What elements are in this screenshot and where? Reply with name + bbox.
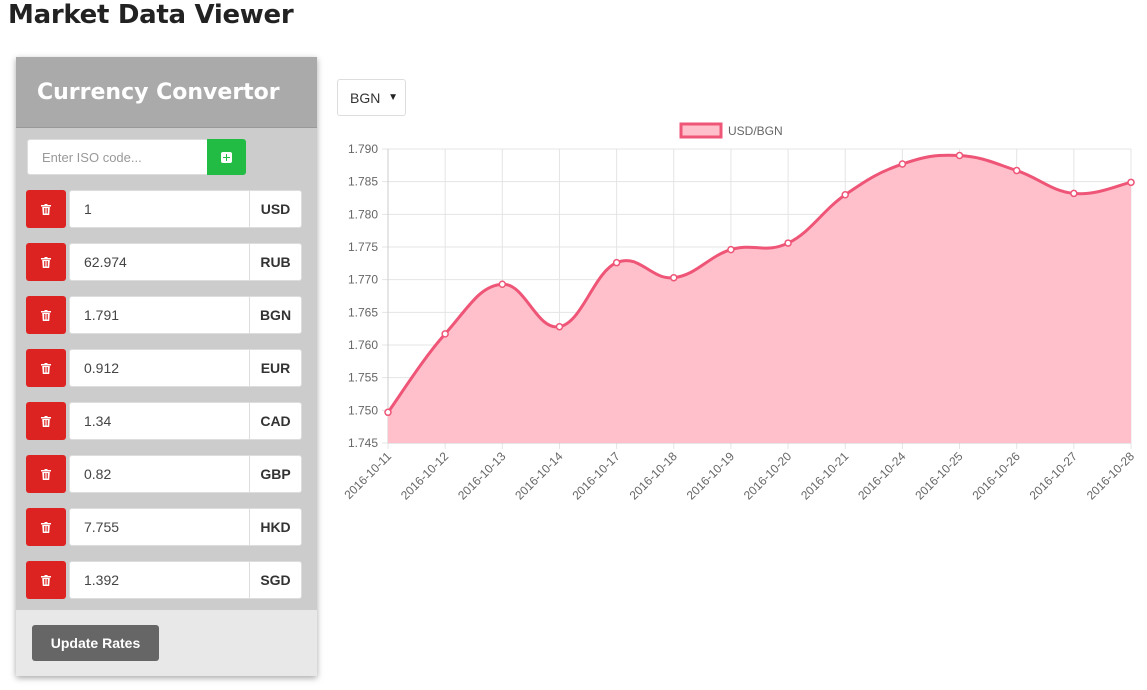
x-tick-label: 2016-10-25 (912, 449, 966, 503)
currency-row: USD (26, 190, 302, 228)
currency-code: HKD (250, 508, 302, 546)
x-tick-label: 2016-10-26 (970, 449, 1024, 503)
series-area (388, 155, 1131, 443)
y-tick-label: 1.770 (348, 273, 378, 287)
trash-icon (41, 574, 51, 586)
data-point (898, 160, 907, 168)
delete-row-button[interactable] (26, 190, 66, 228)
y-tick-label: 1.790 (348, 142, 378, 156)
delete-row-button[interactable] (26, 243, 66, 281)
delete-row-button[interactable] (26, 296, 66, 334)
amount-input[interactable] (69, 455, 250, 493)
delete-row-button[interactable] (26, 402, 66, 440)
y-tick-label: 1.755 (348, 371, 378, 385)
amount-input[interactable] (69, 243, 250, 281)
plus-square-icon (221, 151, 232, 163)
delete-row-button[interactable] (26, 455, 66, 493)
data-point (727, 245, 735, 254)
x-tick-label: 2016-10-19 (684, 449, 738, 503)
x-tick-label: 2016-10-20 (741, 449, 795, 503)
currency-row: SGD (26, 561, 302, 599)
delete-row-button[interactable] (26, 349, 66, 387)
update-rates-button[interactable]: Update Rates (32, 625, 159, 661)
trash-icon (41, 521, 51, 533)
x-tick-label: 2016-10-11 (341, 449, 394, 502)
delete-row-button[interactable] (26, 561, 66, 599)
add-currency-row (27, 139, 246, 175)
currency-code: EUR (250, 349, 302, 387)
x-tick-label: 2016-10-13 (455, 449, 509, 503)
amount-input[interactable] (69, 296, 250, 334)
currency-converter-panel: Currency Convertor USD RUB BGN EUR CAD GBP HKD… (16, 57, 317, 676)
iso-code-input[interactable] (27, 139, 207, 175)
data-point (1070, 189, 1078, 198)
currency-select[interactable]: BGN ▼ (337, 79, 406, 116)
data-point (498, 280, 507, 288)
currency-row: GBP (26, 455, 302, 493)
converter-header: Currency Convertor (16, 57, 317, 128)
currency-row: RUB (26, 243, 302, 281)
add-currency-button[interactable] (207, 139, 246, 175)
data-point (670, 273, 678, 282)
x-tick-label: 2016-10-12 (398, 449, 452, 503)
y-tick-label: 1.760 (348, 338, 378, 352)
data-point (1127, 178, 1135, 187)
y-tick-label: 1.775 (348, 240, 378, 254)
y-tick-label: 1.780 (348, 207, 378, 221)
currency-code: BGN (250, 296, 302, 334)
x-tick-label: 2016-10-28 (1084, 449, 1138, 503)
currency-row: EUR (26, 349, 302, 387)
converter-title: Currency Convertor (37, 79, 280, 105)
data-point (441, 330, 449, 338)
legend-swatch (679, 122, 723, 139)
x-tick-label: 2016-10-24 (855, 449, 909, 503)
data-point (384, 408, 392, 417)
data-point (1012, 166, 1021, 175)
currency-code: CAD (250, 402, 302, 440)
x-tick-label: 2016-10-27 (1027, 449, 1081, 503)
data-point (841, 190, 849, 199)
trash-icon (41, 468, 51, 480)
trash-icon (41, 362, 51, 374)
currency-row: BGN (26, 296, 302, 334)
caret-down-icon: ▼ (388, 92, 398, 103)
amount-input[interactable] (69, 190, 250, 228)
amount-input[interactable] (69, 402, 250, 440)
currency-rows: USD RUB BGN EUR CAD GBP HKD SGD (26, 190, 302, 614)
legend-label: USD/BGN (728, 124, 783, 138)
x-tick-label: 2016-10-18 (627, 449, 681, 503)
data-point (784, 239, 792, 247)
data-point (955, 151, 964, 160)
x-tick-label: 2016-10-21 (798, 449, 852, 503)
currency-row: CAD (26, 402, 302, 440)
data-point (555, 322, 564, 331)
amount-input[interactable] (69, 561, 250, 599)
currency-row: HKD (26, 508, 302, 546)
trash-icon (41, 256, 51, 268)
amount-input[interactable] (69, 349, 250, 387)
data-point (612, 258, 621, 267)
trash-icon (41, 415, 51, 427)
y-tick-label: 1.745 (348, 436, 378, 450)
amount-input[interactable] (69, 508, 250, 546)
currency-code: USD (250, 190, 302, 228)
exchange-rate-chart: 1.790 1.785 1.780 1.775 1.770 1.765 1.760 1.755… (341, 122, 1138, 503)
currency-select-value: BGN (350, 89, 381, 106)
page-title: Market Data Viewer (8, 0, 294, 30)
delete-row-button[interactable] (26, 508, 66, 546)
y-tick-label: 1.750 (348, 403, 378, 417)
currency-code: RUB (250, 243, 302, 281)
converter-footer: Update Rates (16, 610, 317, 676)
trash-icon (41, 203, 51, 215)
currency-code: GBP (250, 455, 302, 493)
currency-code: SGD (250, 561, 302, 599)
y-tick-label: 1.765 (348, 305, 378, 319)
x-tick-label: 2016-10-14 (512, 449, 566, 503)
y-tick-label: 1.785 (348, 175, 378, 189)
x-tick-label: 2016-10-17 (569, 449, 623, 503)
trash-icon (41, 309, 51, 321)
